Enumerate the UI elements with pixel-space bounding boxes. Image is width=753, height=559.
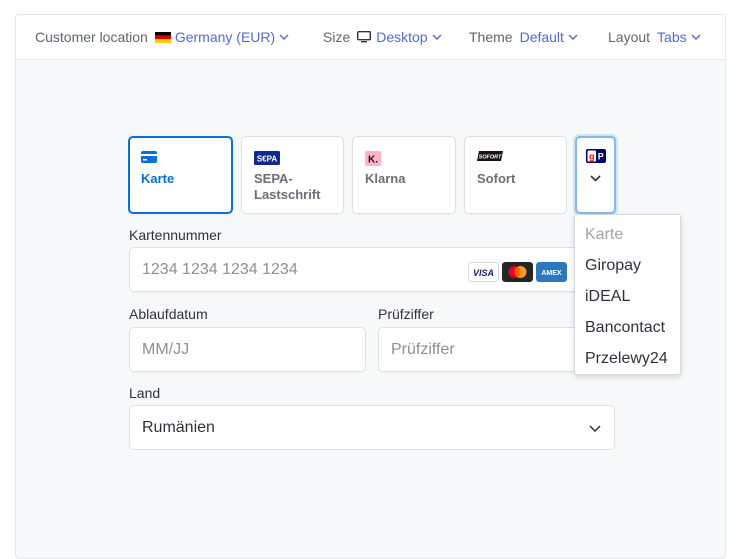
tab-card[interactable]: Karte xyxy=(128,136,233,214)
card-brands: VISA AMEX xyxy=(468,262,567,282)
expiry-input[interactable] xyxy=(129,327,366,372)
giropay-logo-p: P xyxy=(598,152,604,162)
chevron-down-icon xyxy=(279,34,289,40)
klarna-logo-icon: K. xyxy=(365,151,381,166)
theme-setting: Theme Default xyxy=(469,15,578,59)
tab-sepa[interactable]: S€PA SEPA- Lastschrift xyxy=(241,136,344,214)
country-label: Land xyxy=(129,385,161,401)
tab-sepa-label-line1: SEPA- xyxy=(254,171,293,186)
giropay-logo-icon: g P xyxy=(586,149,606,163)
giropay-logo-g: g xyxy=(589,152,595,162)
tab-sofort[interactable]: SOFORT Sofort xyxy=(464,136,567,214)
tab-card-label: Karte xyxy=(141,171,175,186)
sepa-logo-icon: S€PA xyxy=(254,151,280,165)
cvc-label: Prüfziffer xyxy=(378,306,434,322)
chevron-down-icon xyxy=(589,425,601,432)
klarna-logo-text: K. xyxy=(368,155,378,166)
theme-dropdown[interactable]: Default xyxy=(520,29,578,45)
customer-location-label: Customer location xyxy=(35,29,148,45)
germany-flag-icon xyxy=(154,31,171,43)
expiry-label: Ablaufdatum xyxy=(129,306,208,322)
layout-value: Tabs xyxy=(657,29,687,45)
menu-item-przelewy24[interactable]: Przelewy24 xyxy=(575,343,680,374)
layout-dropdown[interactable]: Tabs xyxy=(657,29,701,45)
tab-klarna-label: Klarna xyxy=(365,171,406,186)
tab-sepa-label-line2: Lastschrift xyxy=(254,187,321,202)
menu-item-bancontact[interactable]: Bancontact xyxy=(575,312,680,343)
theme-value: Default xyxy=(519,29,564,45)
size-dropdown[interactable]: Desktop xyxy=(357,29,442,45)
customer-location-value: Germany (EUR) xyxy=(174,29,276,45)
size-setting: Size Desktop xyxy=(323,15,442,59)
customer-location-dropdown[interactable]: Germany (EUR) xyxy=(154,29,289,45)
chevron-down-icon xyxy=(432,34,442,40)
menu-item-ideal[interactable]: iDEAL xyxy=(575,281,680,312)
more-payment-methods-button[interactable]: g P xyxy=(575,136,616,214)
tab-klarna[interactable]: K. Klarna xyxy=(352,136,456,214)
mastercard-icon xyxy=(502,262,533,282)
card-number-label: Kartennummer xyxy=(129,227,222,243)
settings-bar: Customer location Germany (EUR) Size Des… xyxy=(16,15,725,60)
layout-label: Layout xyxy=(608,29,651,45)
size-label: Size xyxy=(323,29,351,45)
layout-setting: Layout Tabs xyxy=(608,15,701,59)
more-payment-methods-menu: Karte Giropay iDEAL Bancontact Przelewy2… xyxy=(574,214,681,375)
sofort-logo-text: SOFORT xyxy=(479,154,502,160)
amex-icon: AMEX xyxy=(536,262,567,282)
customer-location-setting: Customer location Germany (EUR) xyxy=(35,15,289,59)
size-value: Desktop xyxy=(376,29,428,45)
credit-card-icon xyxy=(141,151,157,163)
amex-logo-text: AMEX xyxy=(541,270,562,277)
visa-icon: VISA xyxy=(468,262,499,282)
country-value: Rumänien xyxy=(142,418,215,436)
chevron-down-icon xyxy=(590,175,601,182)
tab-sofort-label: Sofort xyxy=(477,171,516,186)
chevron-down-icon xyxy=(568,34,578,40)
sofort-logo-icon: SOFORT xyxy=(477,151,503,161)
menu-item-card: Karte xyxy=(585,226,624,243)
theme-label: Theme xyxy=(469,29,513,45)
chevron-down-icon xyxy=(691,34,701,40)
visa-logo-text: VISA xyxy=(473,268,494,278)
sepa-logo-text: S€PA xyxy=(257,155,278,164)
country-select[interactable]: Rumänien xyxy=(129,405,615,450)
monitor-icon xyxy=(357,31,372,43)
menu-item-giropay[interactable]: Giropay xyxy=(575,250,680,281)
tab-sepa-label: SEPA- Lastschrift xyxy=(254,171,320,203)
